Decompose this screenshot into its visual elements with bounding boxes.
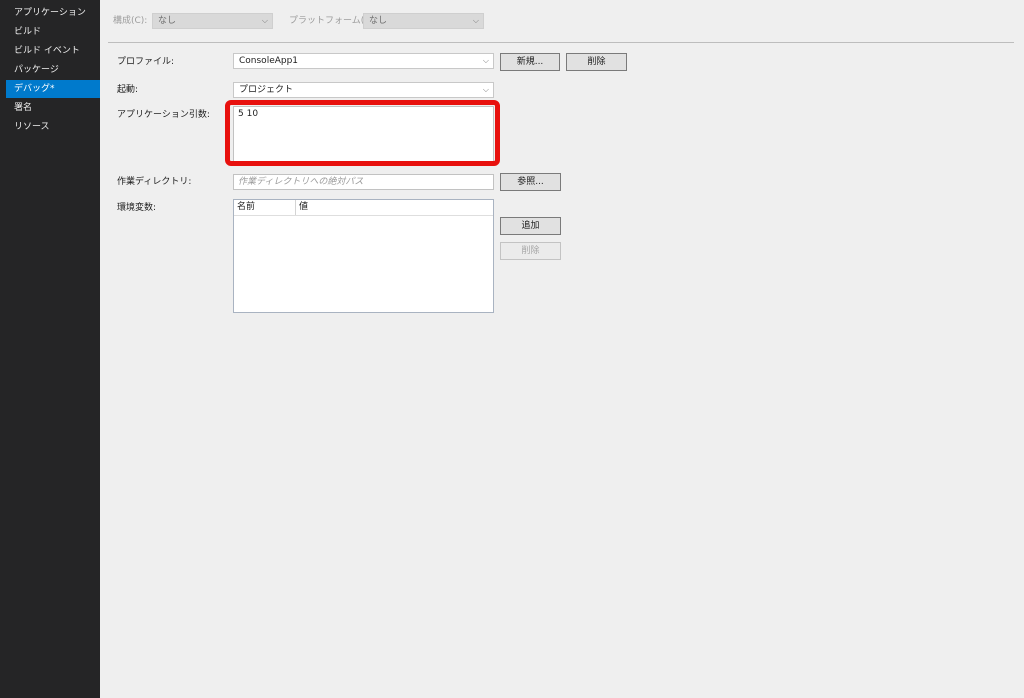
add-env-var-button[interactable]: 追加 xyxy=(500,217,561,235)
highlight-box xyxy=(225,100,500,166)
app-args-label: アプリケーション引数: xyxy=(117,110,210,120)
delete-profile-button[interactable]: 削除 xyxy=(566,53,627,71)
sidebar-item-application[interactable]: アプリケーション xyxy=(6,4,100,22)
profile-label: プロファイル: xyxy=(117,57,175,67)
platform-value: なし xyxy=(369,16,388,26)
profile-value: ConsoleApp1 xyxy=(239,56,299,66)
configuration-select[interactable]: なし ⌵ xyxy=(152,13,273,29)
column-header-value[interactable]: 値 xyxy=(296,200,308,215)
launch-label: 起動: xyxy=(117,85,139,95)
chevron-down-icon: ⌵ xyxy=(261,16,268,25)
new-profile-button[interactable]: 新規... xyxy=(500,53,560,71)
env-vars-label: 環境変数: xyxy=(117,203,157,213)
sidebar-item-build[interactable]: ビルド xyxy=(6,23,100,41)
delete-env-var-button[interactable]: 削除 xyxy=(500,242,561,260)
configuration-label: 構成(C): xyxy=(113,16,148,26)
sidebar-item-signing[interactable]: 署名 xyxy=(6,99,100,117)
configuration-value: なし xyxy=(158,16,177,26)
working-dir-input[interactable]: 作業ディレクトリへの絶対パス xyxy=(233,174,494,190)
chevron-down-icon: ⌵ xyxy=(482,56,489,65)
sidebar-item-build-events[interactable]: ビルド イベント xyxy=(6,42,100,60)
profile-select[interactable]: ConsoleApp1 ⌵ xyxy=(233,53,494,69)
working-dir-label: 作業ディレクトリ: xyxy=(117,177,192,187)
env-vars-grid[interactable]: 名前 値 xyxy=(233,199,494,313)
divider xyxy=(108,42,1014,43)
column-header-name[interactable]: 名前 xyxy=(234,200,255,215)
active-indicator-arrow-icon xyxy=(94,85,100,95)
sidebar-item-resources[interactable]: リソース xyxy=(6,118,100,136)
grid-header: 名前 値 xyxy=(234,200,493,216)
launch-select[interactable]: プロジェクト ⌵ xyxy=(233,82,494,98)
browse-button[interactable]: 参照... xyxy=(500,173,561,191)
platform-select[interactable]: なし ⌵ xyxy=(363,13,484,29)
chevron-down-icon: ⌵ xyxy=(482,85,489,94)
launch-value: プロジェクト xyxy=(239,85,294,95)
sidebar: アプリケーション ビルド ビルド イベント パッケージ デバッグ* 署名 リソー… xyxy=(0,0,100,698)
chevron-down-icon: ⌵ xyxy=(472,16,479,25)
sidebar-item-debug[interactable]: デバッグ* xyxy=(6,80,100,98)
sidebar-item-package[interactable]: パッケージ xyxy=(6,61,100,79)
